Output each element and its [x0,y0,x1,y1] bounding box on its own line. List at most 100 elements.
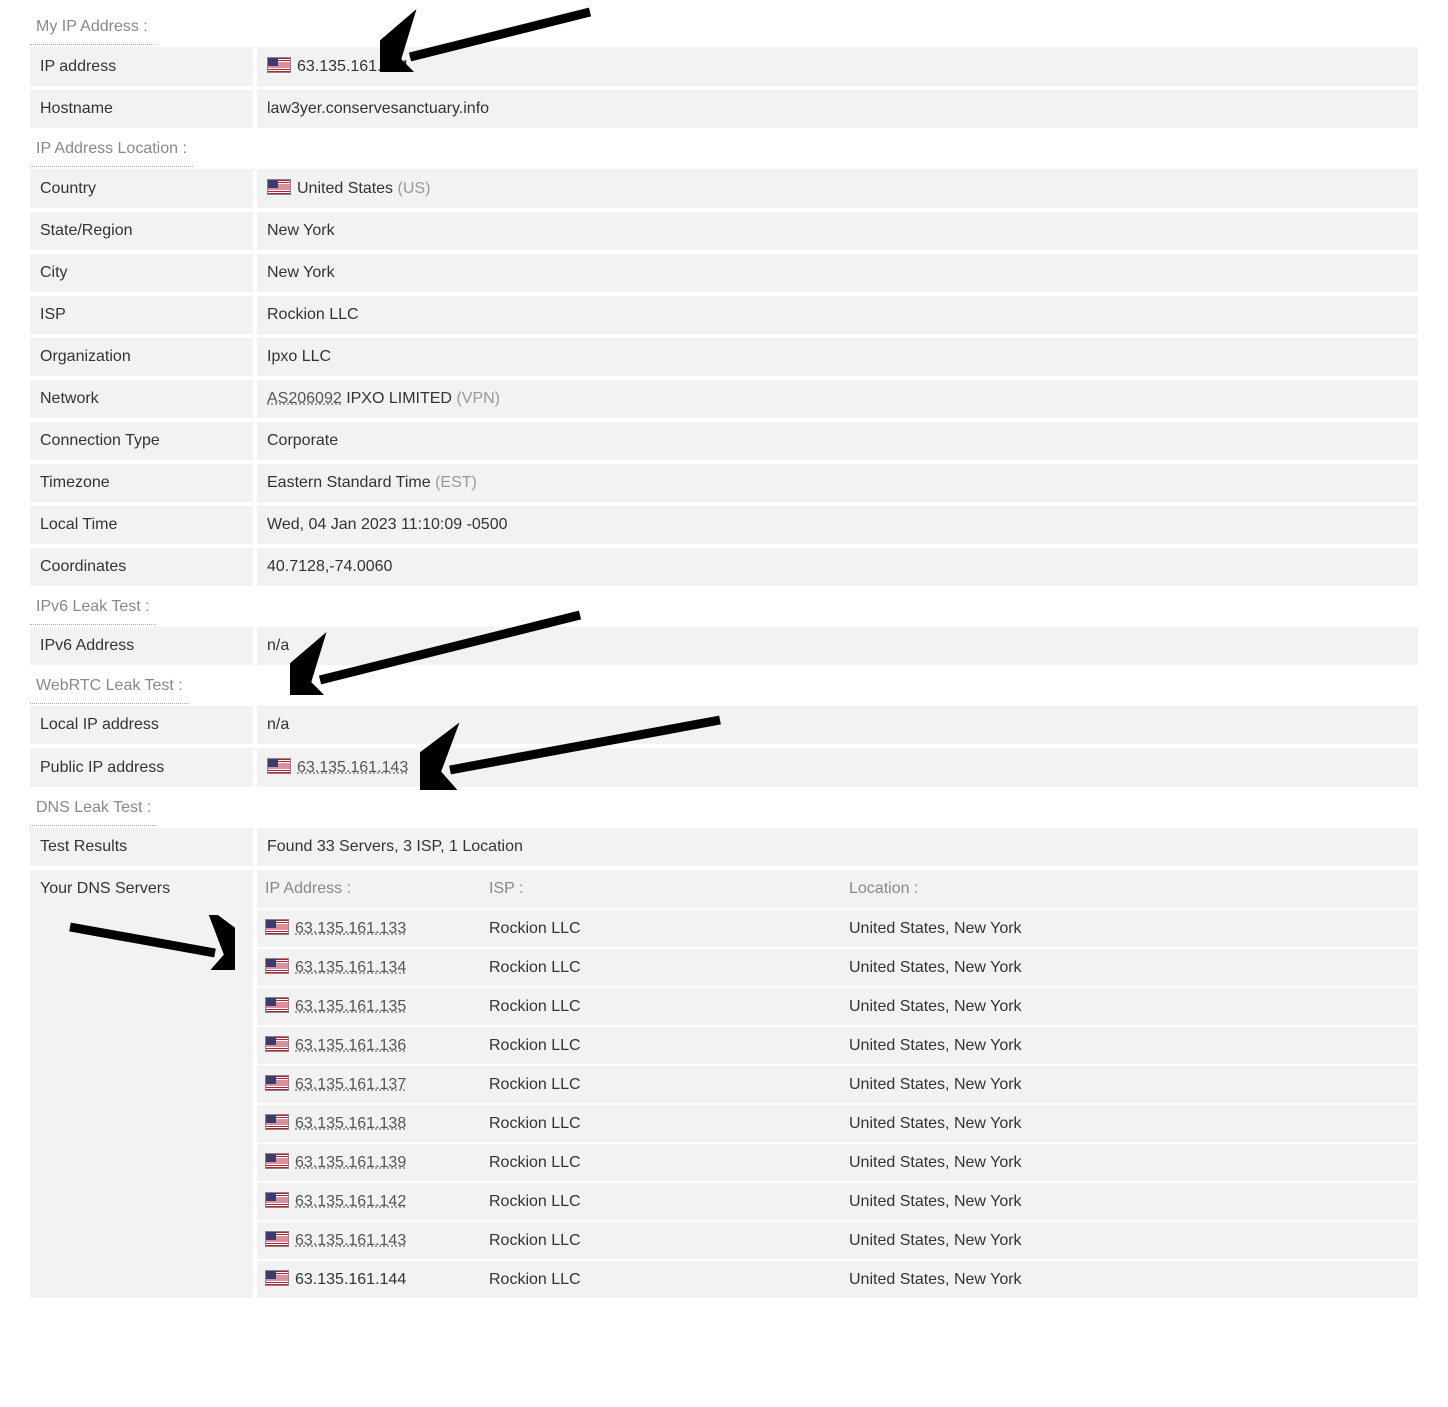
label-local-ip: Local IP address [30,706,257,744]
value-country: United States (US) [257,169,1418,208]
dns-loc-cell: United States, New York [849,1037,1410,1055]
dns-isp-cell: Rockion LLC [489,1193,849,1211]
table-row: 63.135.161.136 Rockion LLCUnited States, … [257,1025,1418,1064]
value-conn: Corporate [257,422,1418,460]
dns-loc-cell: United States, New York [849,920,1410,938]
dns-loc-cell: United States, New York [849,1076,1410,1094]
us-flag-icon [265,1114,289,1130]
label-public-ip: Public IP address [30,749,257,787]
label-org: Organization [30,338,257,376]
table-row: 63.135.161.133 Rockion LLCUnited States, … [257,908,1418,947]
row-tz: Timezone Eastern Standard Time (EST) [30,464,1418,506]
row-country: Country United States (US) [30,169,1418,212]
country-text: United States [297,180,393,197]
col-header-isp: ISP : [489,880,849,898]
dns-isp-cell: Rockion LLC [489,1076,849,1094]
us-flag-icon [265,1036,289,1052]
table-row: 63.135.161.137 Rockion LLCUnited States, … [257,1064,1418,1103]
value-isp: Rockion LLC [257,296,1418,334]
value-city: New York [257,254,1418,292]
row-city: City New York [30,254,1418,296]
table-row: 63.135.161.144Rockion LLCUnited States, … [257,1259,1418,1298]
dns-ip-link[interactable]: 63.135.161.138 [295,1115,406,1132]
dns-loc-cell: United States, New York [849,1193,1410,1211]
table-row: 63.135.161.139 Rockion LLCUnited States, … [257,1142,1418,1181]
dns-ip-link[interactable]: 63.135.161.133 [295,920,406,937]
us-flag-icon [265,1075,289,1091]
dns-ip-cell: 63.135.161.135 [265,997,489,1016]
value-local-ip: n/a [257,706,1418,744]
dns-ip-link[interactable]: 63.135.161.134 [295,959,406,976]
value-state: New York [257,212,1418,250]
table-row: 63.135.161.134 Rockion LLCUnited States, … [257,947,1418,986]
col-header-loc: Location : [849,880,1410,898]
dns-ip-cell: 63.135.161.134 [265,958,489,977]
table-row: 63.135.161.143 Rockion LLCUnited States, … [257,1220,1418,1259]
network-as-link[interactable]: AS206092 [267,390,342,407]
dns-ip-cell: 63.135.161.136 [265,1036,489,1055]
dns-isp-cell: Rockion LLC [489,998,849,1016]
ip-text: 63.135.161.144 [297,58,408,75]
dns-isp-cell: Rockion LLC [489,920,849,938]
label-isp: ISP [30,296,257,334]
dns-ip-link[interactable]: 63.135.161.137 [295,1076,406,1093]
dns-ip-link[interactable]: 63.135.161.143 [295,1232,406,1249]
row-test-results: Test Results Found 33 Servers, 3 ISP, 1 … [30,828,1418,870]
dns-loc-cell: United States, New York [849,998,1410,1016]
dns-isp-cell: Rockion LLC [489,1232,849,1250]
row-org: Organization Ipxo LLC [30,338,1418,380]
value-localtime: Wed, 04 Jan 2023 11:10:09 -0500 [257,506,1418,544]
dns-ip-link[interactable]: 63.135.161.135 [295,998,406,1015]
row-state: State/Region New York [30,212,1418,254]
label-ipv6: IPv6 Address [30,627,257,665]
label-network: Network [30,380,257,418]
dns-ip-link[interactable]: 63.135.161.139 [295,1154,406,1171]
value-org: Ipxo LLC [257,338,1418,376]
section-header-dns: DNS Leak Test : [30,791,157,826]
section-header-webrtc: WebRTC Leak Test : [30,669,189,704]
dns-ip-cell: 63.135.161.142 [265,1192,489,1211]
dns-rows-scroll[interactable]: 63.135.161.133Rockion LLCUnited States, … [257,908,1418,1298]
table-row: 63.135.161.138 Rockion LLCUnited States, … [257,1103,1418,1142]
us-flag-icon [265,1270,289,1286]
dns-isp-cell: Rockion LLC [489,1037,849,1055]
row-ipv6: IPv6 Address n/a [30,627,1418,669]
dns-isp-cell: Rockion LLC [489,1154,849,1172]
network-tag: (VPN) [456,390,500,407]
value-test-results: Found 33 Servers, 3 ISP, 1 Location [257,828,1418,866]
label-test-results: Test Results [30,828,257,866]
table-row: 63.135.161.142 Rockion LLCUnited States, … [257,1181,1418,1220]
section-header-ipv6: IPv6 Leak Test : [30,590,156,625]
dns-loc-cell: United States, New York [849,1154,1410,1172]
value-tz: Eastern Standard Time (EST) [257,464,1418,502]
dns-isp-cell: Rockion LLC [489,1271,849,1289]
dns-ip-cell: 63.135.161.139 [265,1153,489,1172]
dns-isp-cell: Rockion LLC [489,959,849,977]
dns-servers-table: Your DNS Servers IP Address : ISP : Loca… [30,870,1418,1298]
dns-ip-cell: 63.135.161.143 [265,1231,489,1250]
label-conn: Connection Type [30,422,257,460]
dns-loc-cell: United States, New York [849,1271,1410,1289]
dns-ip-link[interactable]: 63.135.161.136 [295,1037,406,1054]
col-header-ip: IP Address : [265,880,489,898]
us-flag-icon [265,997,289,1013]
public-ip-link[interactable]: 63.135.161.143 [297,759,408,776]
row-local-ip: Local IP address n/a [30,706,1418,748]
dns-loc-cell: United States, New York [849,1232,1410,1250]
dns-table-header: IP Address : ISP : Location : [257,870,1418,908]
label-hostname: Hostname [30,90,257,128]
dns-loc-cell: United States, New York [849,1115,1410,1133]
value-coords: 40.7128,-74.0060 [257,548,1418,586]
dns-loc-cell: United States, New York [849,959,1410,977]
network-name: IPXO LIMITED [346,390,452,407]
label-ip: IP address [30,48,257,86]
row-localtime: Local Time Wed, 04 Jan 2023 11:10:09 -05… [30,506,1418,548]
us-flag-icon [265,1192,289,1208]
dns-ip-link[interactable]: 63.135.161.142 [295,1193,406,1210]
dns-isp-cell: Rockion LLC [489,1115,849,1133]
value-public-ip: 63.135.161.143 [257,748,1418,787]
value-network: AS206092 IPXO LIMITED (VPN) [257,380,1418,418]
row-coords: Coordinates 40.7128,-74.0060 [30,548,1418,590]
section-header-location: IP Address Location : [30,132,193,167]
us-flag-icon [267,179,291,195]
